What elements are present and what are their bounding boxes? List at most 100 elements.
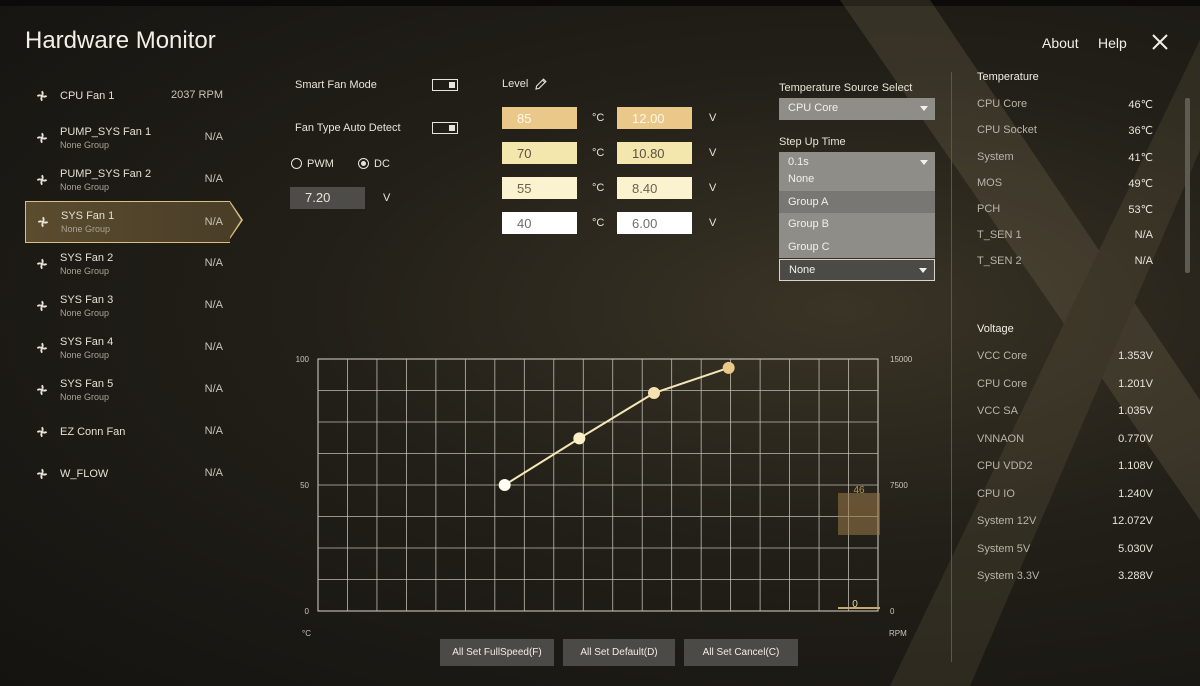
- curve-point[interactable]: [648, 387, 660, 400]
- curve-line: [504, 366, 729, 486]
- fan-value: N/A: [204, 299, 223, 311]
- sensor-name: CPU Socket: [977, 124, 1037, 136]
- fan-item-ez-conn-fan[interactable]: EZ Conn Fan N/A: [25, 411, 230, 453]
- help-link[interactable]: Help: [1098, 35, 1127, 51]
- fan-icon: [36, 300, 48, 312]
- dropdown-option-group-c[interactable]: Group C: [779, 236, 935, 259]
- sensor-name: System: [977, 151, 1014, 163]
- fan-item-w-flow[interactable]: W_FLOW N/A: [25, 453, 230, 495]
- group-select[interactable]: None: [779, 259, 935, 281]
- sensor-value: 41℃: [1128, 152, 1153, 164]
- rpm-gauge-value: 46: [853, 485, 865, 496]
- dc-radio[interactable]: [358, 158, 369, 169]
- sensor-value: N/A: [1134, 229, 1153, 241]
- chart-axis-labels: 100 50 0 15000 7500 0 °C RPM: [296, 355, 913, 638]
- level-row-3: 55 °C 8.40 V: [502, 177, 722, 199]
- temp-row-system: System 41℃: [977, 151, 1153, 165]
- fan-value: N/A: [204, 383, 223, 395]
- right-axis-label: RPM: [889, 629, 907, 638]
- level-row-4: 40 °C 6.00 V: [502, 212, 722, 234]
- sensor-value: 1.035V: [1118, 405, 1153, 417]
- rpm-gauge-baseline: [838, 607, 880, 609]
- temp-unit: °C: [592, 182, 605, 194]
- volt-unit: V: [709, 147, 717, 159]
- sensor-value: 0.770V: [1118, 433, 1153, 445]
- page-title: Hardware Monitor: [25, 27, 216, 54]
- voltage-section-title: Voltage: [977, 323, 1014, 335]
- sensor-value: 49℃: [1128, 178, 1153, 190]
- fan-item-sys-fan-3[interactable]: SYS Fan 3 None Group N/A: [25, 285, 230, 327]
- temp-source-label: Temperature Source Select: [779, 82, 913, 94]
- all-set-full-speed-button[interactable]: All Set FullSpeed(F): [440, 639, 554, 666]
- chevron-down-icon: [920, 160, 928, 165]
- curve-point[interactable]: [573, 432, 586, 445]
- volt-unit: V: [709, 217, 717, 229]
- right-tick-label: 7500: [890, 481, 908, 490]
- level-temp-input[interactable]: 40: [502, 212, 577, 234]
- fan-curve-chart[interactable]: 46 0 100 50 0 15000 7500 0 °C RPM: [295, 345, 915, 645]
- fan-value: N/A: [204, 341, 223, 353]
- fan-list: CPU Fan 1 2037 RPM PUMP_SYS Fan 1 None Gr…: [25, 75, 243, 495]
- about-link[interactable]: About: [1042, 35, 1079, 51]
- fan-item-sys-fan-2[interactable]: SYS Fan 2 None Group N/A: [25, 243, 230, 285]
- temp-unit: °C: [592, 112, 605, 124]
- fan-item-pump-sys-fan-2[interactable]: PUMP_SYS Fan 2 None Group N/A: [25, 159, 230, 201]
- fan-item-pump-sys-fan-1[interactable]: PUMP_SYS Fan 1 None Group N/A: [25, 117, 230, 159]
- voltage-input[interactable]: 7.20: [290, 187, 365, 209]
- left-tick-label: 0: [305, 607, 310, 616]
- temp-unit: °C: [592, 217, 605, 229]
- sensor-value: 1.240V: [1118, 488, 1153, 500]
- fan-icon: [36, 468, 48, 480]
- all-set-cancel-button[interactable]: All Set Cancel(C): [684, 639, 798, 666]
- fan-item-sys-fan-1[interactable]: SYS Fan 1 None Group N/A: [25, 201, 243, 243]
- volt-unit: V: [709, 182, 717, 194]
- chart-grid: [317, 358, 879, 612]
- step-up-time-label: Step Up Time: [779, 136, 846, 148]
- sensor-name: MOS: [977, 177, 1003, 189]
- sensor-value: 1.353V: [1118, 350, 1153, 362]
- sensor-value: 1.108V: [1118, 460, 1153, 472]
- fan-item-cpu-fan-1[interactable]: CPU Fan 1 2037 RPM: [25, 75, 230, 117]
- level-temp-input[interactable]: 85: [502, 107, 577, 129]
- temp-unit: °C: [592, 147, 605, 159]
- volt-row-cpu-vdd2: CPU VDD2 1.108V: [977, 460, 1153, 474]
- level-volt-input[interactable]: 6.00: [617, 212, 692, 234]
- sensor-value: 5.030V: [1118, 543, 1153, 555]
- level-temp-input[interactable]: 70: [502, 142, 577, 164]
- fan-item-sys-fan-5[interactable]: SYS Fan 5 None Group N/A: [25, 369, 230, 411]
- fan-icon: [36, 426, 48, 438]
- level-temp-input[interactable]: 55: [502, 177, 577, 199]
- temp-row-pch: PCH 53℃: [977, 203, 1153, 217]
- dropdown-option-none[interactable]: None: [779, 168, 935, 191]
- temp-row-t-sen-1: T_SEN 1 N/A: [977, 229, 1153, 243]
- fan-type-auto-detect-toggle[interactable]: [432, 122, 458, 134]
- fan-value: 2037 RPM: [171, 89, 223, 101]
- pwm-radio[interactable]: [291, 158, 302, 169]
- sensor-name: CPU Core: [977, 98, 1028, 110]
- curve-point[interactable]: [722, 361, 735, 374]
- scrollbar[interactable]: [1185, 98, 1190, 273]
- dropdown-option-group-a[interactable]: Group A: [779, 190, 935, 213]
- volt-row-vcc-sa: VCC SA 1.035V: [977, 405, 1153, 419]
- fan-icon: [36, 384, 48, 396]
- fan-value: N/A: [204, 216, 223, 228]
- all-set-default-button[interactable]: All Set Default(D): [563, 639, 675, 666]
- level-volt-input[interactable]: 10.80: [617, 142, 692, 164]
- dropdown-option-group-b[interactable]: Group B: [779, 213, 935, 236]
- curve-point[interactable]: [498, 479, 511, 491]
- sensor-value: 46℃: [1128, 99, 1153, 111]
- close-icon[interactable]: [1150, 32, 1170, 52]
- sensor-name: CPU VDD2: [977, 460, 1033, 472]
- volt-unit: V: [709, 112, 717, 124]
- level-volt-input[interactable]: 12.00: [617, 107, 692, 129]
- sensor-value: 36℃: [1128, 125, 1153, 137]
- edit-pencil-icon[interactable]: [534, 77, 548, 91]
- level-volt-input[interactable]: 8.40: [617, 177, 692, 199]
- sensor-value: N/A: [1134, 255, 1153, 267]
- fan-item-sys-fan-4[interactable]: SYS Fan 4 None Group N/A: [25, 327, 230, 369]
- sensor-value: 3.288V: [1118, 570, 1153, 582]
- temp-source-select[interactable]: CPU Core: [779, 98, 935, 120]
- sensor-value: 53℃: [1128, 204, 1153, 216]
- fan-curve[interactable]: [498, 361, 735, 491]
- smart-fan-mode-toggle[interactable]: [432, 79, 458, 91]
